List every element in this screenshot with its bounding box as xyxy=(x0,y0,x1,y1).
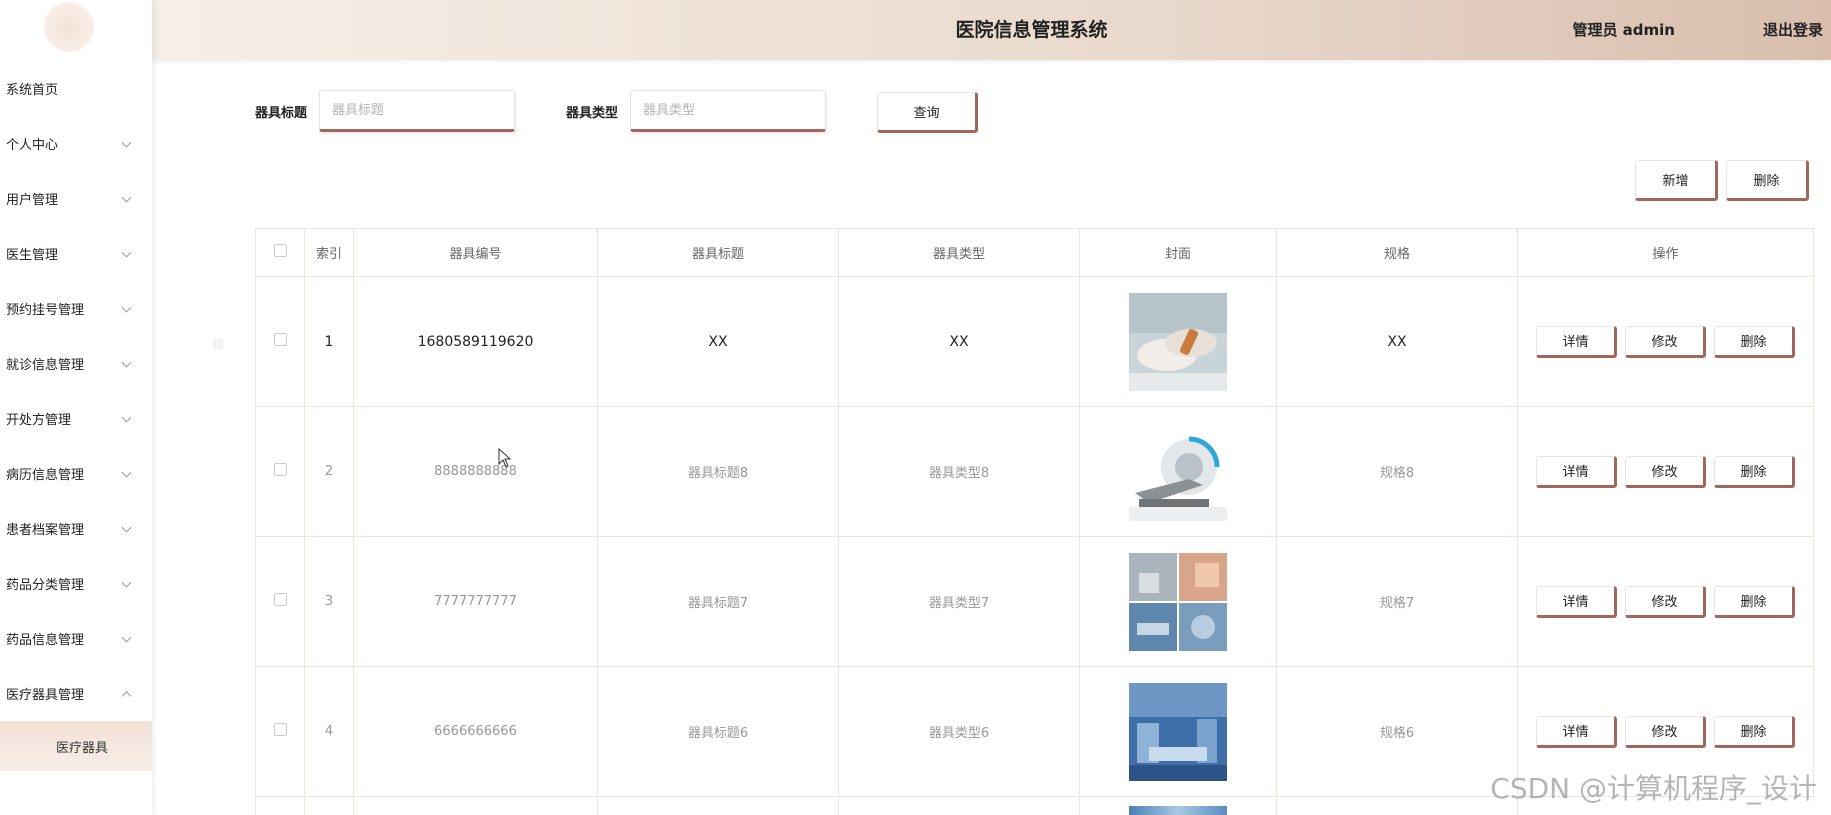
cell-title: 器具标题8 xyxy=(597,406,839,537)
cell-index: 2 xyxy=(304,406,354,537)
chevron-down-icon xyxy=(121,357,132,368)
table-row: 1 1680589119620 XX XX XX 详情 修改 删除 xyxy=(255,276,1814,407)
sidebar-item-appointment-management[interactable]: 预约挂号管理 xyxy=(0,281,152,336)
chevron-down-icon xyxy=(121,632,132,643)
delete-button[interactable]: 删除 xyxy=(1714,325,1795,358)
current-user: 管理员 admin xyxy=(1572,21,1675,39)
sidebar-item-home[interactable]: 系统首页 xyxy=(0,61,152,116)
delete-button[interactable]: 删除 xyxy=(1714,715,1795,748)
column-header: 器具标题 xyxy=(597,228,839,277)
sidebar-item-drug-info-management[interactable]: 药品信息管理 xyxy=(0,611,152,666)
device-table: 索引 器具编号 器具标题 器具类型 封面 规格 操作 1 16805891196… xyxy=(255,228,1814,797)
sidebar-item-doctor-management[interactable]: 医生管理 xyxy=(0,226,152,281)
logout-link[interactable]: 退出登录 xyxy=(1763,19,1823,40)
sidebar-item-user-management[interactable]: 用户管理 xyxy=(0,171,152,226)
table-header-row: 索引 器具编号 器具标题 器具类型 封面 规格 操作 xyxy=(255,228,1814,277)
table-row: 2 8888888888 器具标题8 器具类型8 规格8 详情 修改 删除 xyxy=(255,406,1814,537)
sidebar-item-prescription-management[interactable]: 开处方管理 xyxy=(0,391,152,446)
sidebar-item-personal-center[interactable]: 个人中心 xyxy=(0,116,152,171)
title-search-label: 器具标题 xyxy=(255,106,308,121)
add-button[interactable]: 新增 xyxy=(1635,160,1718,201)
sidebar: 系统首页 个人中心 用户管理 医生管理 预约挂号管理 就诊信息管理 开处方管理 … xyxy=(0,0,152,815)
chevron-down-icon xyxy=(121,247,132,258)
column-header: 规格 xyxy=(1276,228,1518,277)
cell-type: XX xyxy=(838,276,1080,407)
column-header: 器具类型 xyxy=(838,228,1080,277)
column-header: 器具编号 xyxy=(353,228,598,277)
sidebar-item-drug-category-management[interactable]: 药品分类管理 xyxy=(0,556,152,611)
edit-button[interactable]: 修改 xyxy=(1625,325,1706,358)
edit-button[interactable]: 修改 xyxy=(1625,455,1706,488)
edit-button[interactable]: 修改 xyxy=(1625,715,1706,748)
top-header: 医院信息管理系统 管理员 admin 退出登录 xyxy=(152,0,1831,60)
cell-index: 4 xyxy=(304,666,354,797)
artifact-dot xyxy=(213,339,223,349)
cell-spec: XX xyxy=(1276,276,1518,407)
detail-button[interactable]: 详情 xyxy=(1536,585,1617,618)
cell-code: 7777777777 xyxy=(353,536,598,667)
sidebar-subitem-medical-devices[interactable]: 医疗器具 xyxy=(0,721,152,771)
cell-spec: 规格7 xyxy=(1276,536,1518,667)
column-header: 操作 xyxy=(1517,228,1814,277)
logo-avatar xyxy=(44,2,94,52)
delete-button[interactable]: 删除 xyxy=(1714,455,1795,488)
chevron-down-icon xyxy=(121,302,132,313)
cell-title: 器具标题6 xyxy=(597,666,839,797)
detail-button[interactable]: 详情 xyxy=(1536,325,1617,358)
mouse-cursor-icon xyxy=(498,448,512,468)
chevron-down-icon xyxy=(121,137,132,148)
type-search-input[interactable] xyxy=(630,90,826,132)
batch-delete-button[interactable]: 删除 xyxy=(1726,160,1809,201)
chevron-down-icon xyxy=(121,412,132,423)
cell-spec: 规格8 xyxy=(1276,406,1518,537)
watermark: CSDN @计算机程序_设计 xyxy=(1490,772,1817,805)
row-checkbox[interactable] xyxy=(273,723,287,736)
cell-code: 6666666666 xyxy=(353,666,598,797)
cell-title: XX xyxy=(597,276,839,407)
cell-type: 器具类型8 xyxy=(838,406,1080,537)
chevron-down-icon xyxy=(121,192,132,203)
cover-image xyxy=(1129,292,1227,391)
cell-type: 器具类型6 xyxy=(838,666,1080,797)
cell-title: 器具标题7 xyxy=(597,536,839,667)
cell-code: 8888888888 xyxy=(353,406,598,537)
detail-button[interactable]: 详情 xyxy=(1536,455,1617,488)
chevron-up-icon xyxy=(121,690,132,701)
query-button[interactable]: 查询 xyxy=(877,92,978,133)
cell-type: 器具类型7 xyxy=(838,536,1080,667)
title-search-input[interactable] xyxy=(319,90,515,132)
cover-image xyxy=(1129,422,1227,521)
select-all-checkbox[interactable] xyxy=(273,244,287,257)
cell-code: 1680589119620 xyxy=(353,276,598,407)
row-checkbox[interactable] xyxy=(273,593,287,606)
cell-spec: 规格6 xyxy=(1276,666,1518,797)
sidebar-menu: 系统首页 个人中心 用户管理 医生管理 预约挂号管理 就诊信息管理 开处方管理 … xyxy=(0,61,152,771)
row-checkbox[interactable] xyxy=(273,333,287,346)
sidebar-item-visit-management[interactable]: 就诊信息管理 xyxy=(0,336,152,391)
chevron-down-icon xyxy=(121,577,132,588)
cell-index: 1 xyxy=(304,276,354,407)
column-header: 索引 xyxy=(304,228,354,277)
cell-index: 3 xyxy=(304,536,354,667)
column-header: 封面 xyxy=(1079,228,1277,277)
chevron-down-icon xyxy=(121,522,132,533)
detail-button[interactable]: 详情 xyxy=(1536,715,1617,748)
cover-image xyxy=(1129,682,1227,781)
delete-button[interactable]: 删除 xyxy=(1714,585,1795,618)
type-search-label: 器具类型 xyxy=(566,106,619,121)
edit-button[interactable]: 修改 xyxy=(1625,585,1706,618)
table-row: 3 7777777777 器具标题7 器具类型7 规格7 详情 修改 删除 xyxy=(255,536,1814,667)
select-all-cell xyxy=(255,228,305,277)
sidebar-item-device-management[interactable]: 医疗器具管理 xyxy=(0,666,152,721)
chevron-down-icon xyxy=(121,467,132,478)
row-checkbox[interactable] xyxy=(273,463,287,476)
sidebar-item-patient-file-management[interactable]: 患者档案管理 xyxy=(0,501,152,556)
cover-image xyxy=(1129,552,1227,651)
cover-image-partial xyxy=(1129,806,1227,815)
sidebar-item-medical-record-management[interactable]: 病历信息管理 xyxy=(0,446,152,501)
